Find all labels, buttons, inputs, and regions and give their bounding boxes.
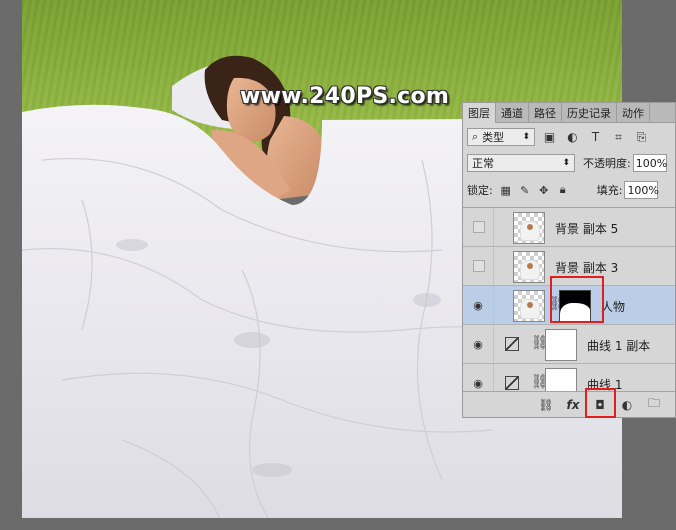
tab-layers[interactable]: 图层 bbox=[463, 103, 496, 123]
layer-row[interactable]: 背景 副本 5 bbox=[463, 208, 675, 247]
photoshop-workspace: www.240PS.com 图层 通道 路径 历史记录 动作 ⌕ 类型 ⬍ ▣ … bbox=[0, 0, 676, 530]
fx-icon[interactable]: fx bbox=[562, 398, 584, 412]
layer-thumbnail bbox=[513, 251, 545, 283]
blend-mode-value: 正常 bbox=[472, 157, 494, 170]
lock-row: 锁定: ▦ ✎ ✥ 🔒︎ 填充: 100% bbox=[463, 179, 675, 201]
opacity-label: 不透明度: bbox=[583, 157, 631, 170]
layer-name: 人物 bbox=[601, 300, 626, 314]
tab-actions[interactable]: 动作 bbox=[617, 103, 650, 123]
tab-channels[interactable]: 通道 bbox=[496, 103, 529, 123]
fill-input[interactable]: 100% bbox=[624, 181, 659, 199]
filter-label: 类型 bbox=[482, 131, 505, 144]
lock-label: 锁定: bbox=[467, 184, 493, 197]
layer-thumbnail bbox=[513, 212, 545, 244]
image-filter-icon[interactable]: ▣ bbox=[541, 130, 558, 144]
filter-row: ⌕ 类型 ⬍ ▣ ◐ T ⌗ ⎘ bbox=[463, 125, 675, 149]
watermark-text: www.240PS.com bbox=[240, 84, 450, 109]
search-icon: ⌕ bbox=[472, 130, 479, 143]
curves-adjustment-icon bbox=[505, 337, 519, 351]
folder-icon[interactable]: 🗀︎ bbox=[643, 394, 665, 415]
adjustment-layer-icon[interactable]: ◐ bbox=[616, 398, 638, 412]
shape-filter-icon[interactable]: ⌗ bbox=[610, 130, 627, 145]
visibility-toggle[interactable] bbox=[473, 260, 485, 272]
panel-tabs: 图层 通道 路径 历史记录 动作 bbox=[463, 103, 675, 123]
layer-filter-select[interactable]: ⌕ 类型 ⬍ bbox=[467, 128, 535, 146]
adjustment-filter-icon[interactable]: ◐ bbox=[564, 130, 581, 144]
mask-highlight-box bbox=[550, 276, 604, 323]
lock-all-icon[interactable]: 🔒︎ bbox=[557, 183, 569, 197]
layer-name: 背景 副本 3 bbox=[555, 261, 619, 275]
type-filter-icon[interactable]: T bbox=[587, 130, 604, 144]
divider bbox=[493, 286, 494, 324]
blend-mode-select[interactable]: 正常 ⬍ bbox=[467, 154, 575, 172]
layer-mask-thumbnail[interactable] bbox=[545, 329, 577, 361]
add-mask-highlight-box bbox=[585, 388, 616, 418]
layer-row[interactable]: ◉ ⛓ 曲线 1 副本 bbox=[463, 325, 675, 364]
eye-icon[interactable]: ◉ bbox=[471, 338, 485, 351]
panel-bottom-toolbar: ⛓ fx ◘ ◐ 🗀︎ bbox=[463, 391, 675, 417]
tab-history[interactable]: 历史记录 bbox=[562, 103, 617, 123]
layer-name: 背景 副本 5 bbox=[555, 222, 619, 236]
tab-paths[interactable]: 路径 bbox=[529, 103, 562, 123]
lock-transparent-icon[interactable]: ▦ bbox=[500, 184, 512, 197]
divider bbox=[493, 247, 494, 285]
blend-row: 正常 ⬍ 不透明度: 100% bbox=[463, 152, 675, 174]
eye-icon[interactable]: ◉ bbox=[471, 377, 485, 390]
curves-adjustment-icon bbox=[505, 376, 519, 390]
canvas-edge bbox=[22, 518, 622, 524]
stepper-arrows-icon: ⬍ bbox=[562, 158, 570, 168]
lock-position-icon[interactable]: ✥ bbox=[538, 184, 550, 197]
layer-name: 曲线 1 副本 bbox=[587, 339, 651, 353]
link-layers-icon[interactable]: ⛓ bbox=[535, 398, 557, 412]
layers-panel: 图层 通道 路径 历史记录 动作 ⌕ 类型 ⬍ ▣ ◐ T ⌗ ⎘ 正常 ⬍ 不… bbox=[462, 102, 676, 418]
smart-object-filter-icon[interactable]: ⎘ bbox=[633, 130, 650, 145]
eye-icon[interactable]: ◉ bbox=[471, 299, 485, 312]
fill-label: 填充: bbox=[596, 184, 623, 197]
visibility-toggle[interactable] bbox=[473, 221, 485, 233]
divider bbox=[493, 325, 494, 363]
layer-thumbnail bbox=[513, 290, 545, 322]
stepper-arrows-icon: ⬍ bbox=[522, 132, 530, 142]
opacity-input[interactable]: 100% bbox=[632, 154, 667, 172]
divider bbox=[493, 208, 494, 246]
lock-paint-icon[interactable]: ✎ bbox=[519, 184, 531, 197]
